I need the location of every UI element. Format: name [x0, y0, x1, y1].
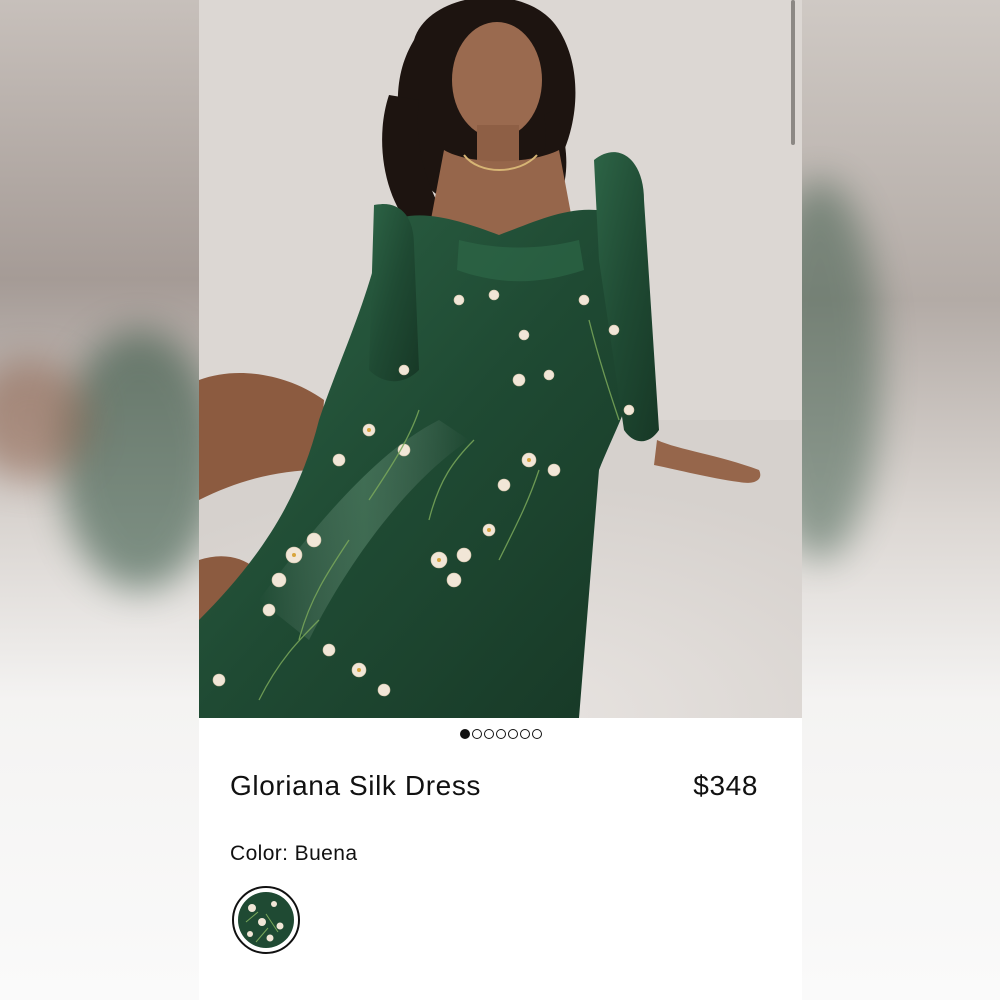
- blurred-backdrop-right: [800, 0, 1000, 1000]
- pagination-dot-5[interactable]: [507, 729, 518, 739]
- color-selection-label: Color: Buena: [230, 842, 357, 866]
- pagination-dot-3[interactable]: [483, 729, 494, 739]
- product-title: Gloriana Silk Dress: [230, 770, 482, 801]
- pagination-dot-6[interactable]: [519, 729, 530, 739]
- pagination-dot-1[interactable]: [459, 729, 470, 739]
- color-label: Color:: [230, 842, 289, 865]
- product-photo-illustration: [199, 0, 802, 718]
- swatch-pattern: [238, 892, 294, 948]
- carousel-pagination[interactable]: [199, 729, 802, 739]
- product-page: Gloriana Silk Dress $348 Color: Buena: [199, 0, 802, 1000]
- blurred-backdrop-left: [0, 0, 200, 1000]
- product-price: $348: [693, 770, 758, 801]
- product-image[interactable]: [199, 0, 802, 718]
- color-value: Buena: [294, 842, 358, 865]
- color-swatch-buena[interactable]: [232, 886, 300, 954]
- scrollbar[interactable]: [791, 0, 795, 145]
- pagination-dot-7[interactable]: [531, 729, 542, 739]
- pagination-dot-2[interactable]: [471, 729, 482, 739]
- pagination-dot-4[interactable]: [495, 729, 506, 739]
